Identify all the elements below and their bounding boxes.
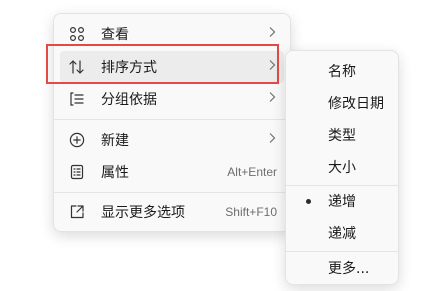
menu-item-label: 查看: [101, 27, 129, 43]
highlight-box: [46, 44, 279, 84]
menu-item-show-more-options[interactable]: 显示更多选项 Shift+F10: [60, 196, 284, 228]
chevron-right-icon: [268, 26, 276, 42]
sort-option-type[interactable]: 类型: [290, 119, 394, 151]
shortcut-text: Shift+F10: [225, 205, 277, 219]
properties-icon: [68, 163, 86, 181]
add-circle-icon: [68, 131, 86, 149]
expand-icon: [68, 203, 86, 221]
menu-item-label: 递增: [328, 194, 356, 210]
menu-item-label: 显示更多选项: [101, 205, 185, 221]
menu-separator: [54, 119, 290, 120]
menu-item-label: 更多...: [328, 261, 370, 277]
menu-item-properties[interactable]: 属性 Alt+Enter: [60, 156, 284, 188]
grid-view-icon: [68, 25, 86, 43]
sort-option-descending[interactable]: 递减: [290, 217, 394, 249]
menu-item-new[interactable]: 新建: [60, 124, 284, 156]
selected-bullet-icon: [306, 198, 311, 204]
chevron-right-icon: [268, 132, 276, 148]
menu-item-label: 递减: [328, 226, 356, 242]
sort-submenu: 名称 修改日期 类型 大小 递增 递减 更多...: [285, 50, 399, 285]
menu-item-label: 修改日期: [328, 96, 384, 112]
menu-item-group-by[interactable]: 分组依据: [60, 83, 284, 115]
chevron-right-icon: [268, 91, 276, 107]
sort-option-date-modified[interactable]: 修改日期: [290, 87, 394, 119]
group-list-icon: [68, 90, 86, 108]
menu-separator: [54, 192, 290, 193]
menu-item-label: 大小: [328, 160, 356, 176]
menu-item-label: 类型: [328, 128, 356, 144]
sort-option-more[interactable]: 更多...: [290, 252, 394, 284]
menu-item-label: 分组依据: [101, 92, 157, 108]
sort-option-size[interactable]: 大小: [290, 151, 394, 183]
shortcut-text: Alt+Enter: [227, 165, 277, 179]
menu-item-label: 新建: [101, 133, 129, 149]
menu-item-label: 属性: [101, 165, 129, 181]
sort-option-name[interactable]: 名称: [290, 55, 394, 87]
menu-item-label: 名称: [328, 64, 356, 80]
sort-option-ascending[interactable]: 递增: [290, 185, 394, 217]
